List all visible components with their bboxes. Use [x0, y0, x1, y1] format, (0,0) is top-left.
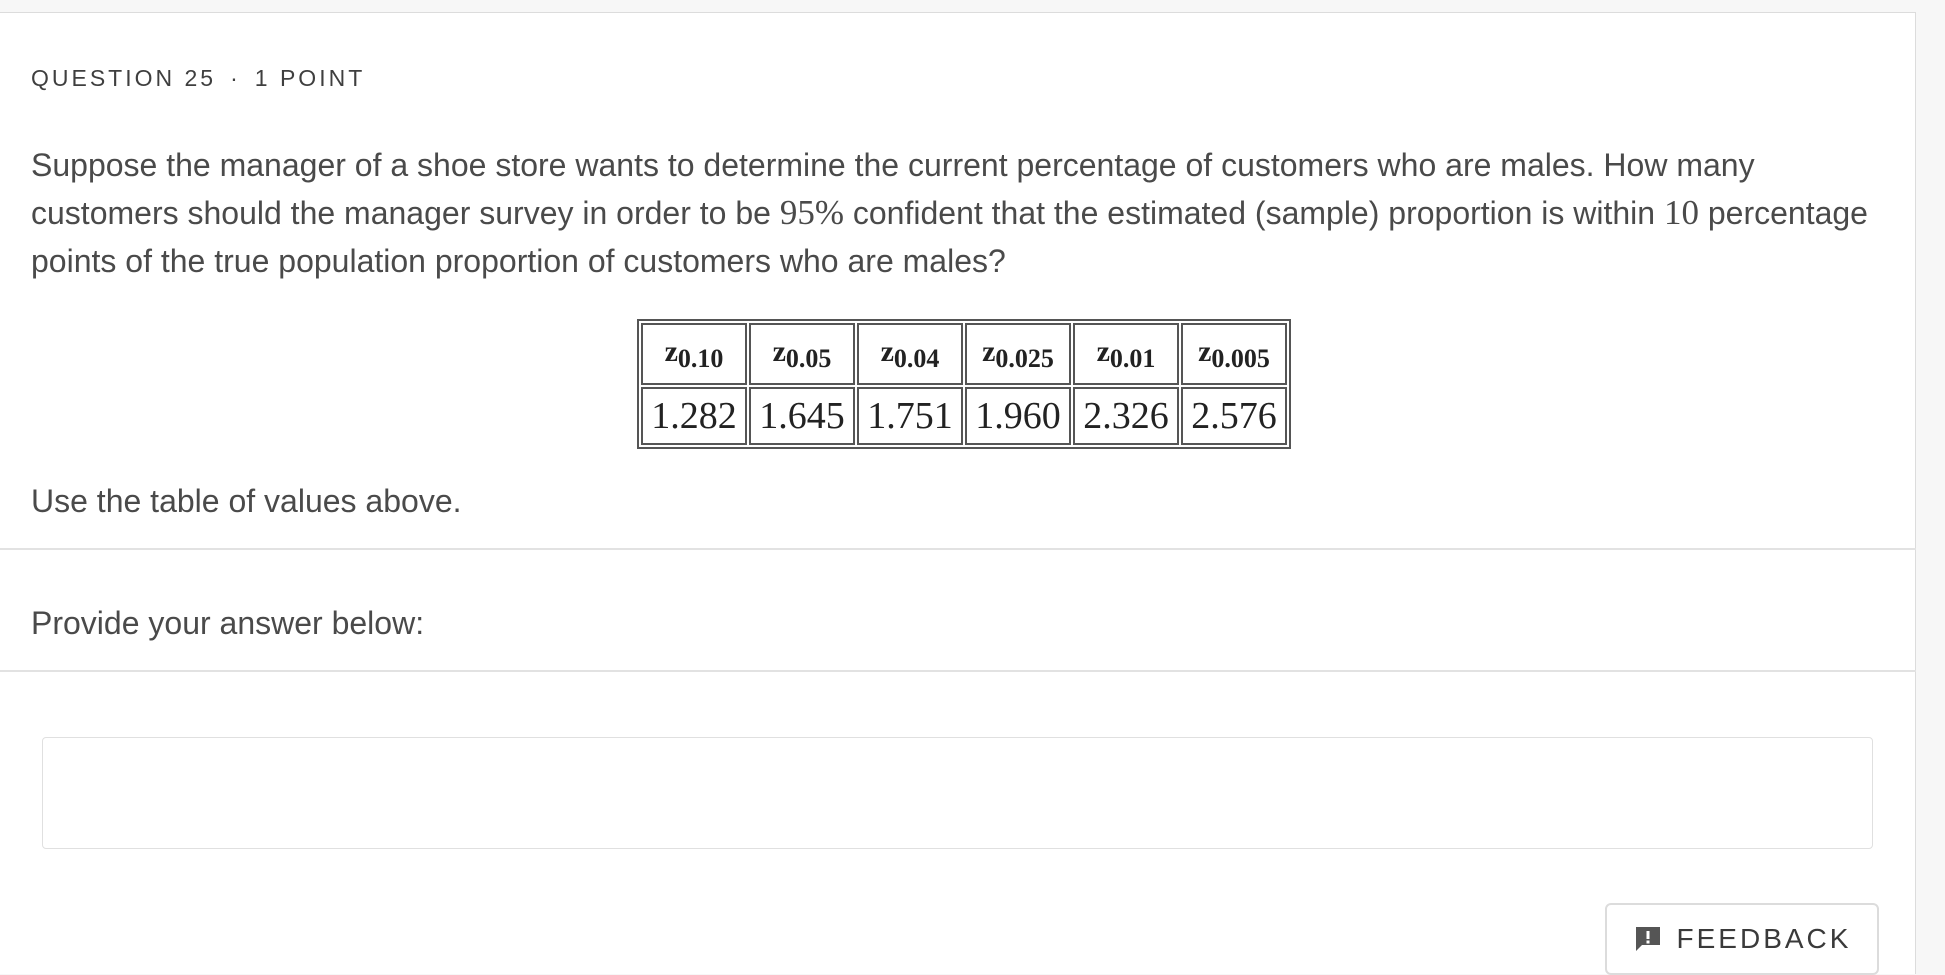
question-number: QUESTION 25 — [31, 65, 217, 91]
question-header: QUESTION 25 · 1 POINT — [31, 65, 365, 92]
z-value-cell: 2.326 — [1073, 387, 1179, 445]
z-header: z0.10 — [641, 323, 747, 385]
confidence-value: 95% — [779, 193, 844, 232]
section-divider — [0, 670, 1916, 672]
z-value-cell: 1.645 — [749, 387, 855, 445]
z-value-cell: 1.960 — [965, 387, 1071, 445]
z-header: z0.005 — [1181, 323, 1287, 385]
feedback-label: FEEDBACK — [1676, 923, 1852, 954]
z-table-value-row: 1.282 1.645 1.751 1.960 2.326 2.576 — [641, 387, 1287, 445]
table-note: Use the table of values above. — [31, 483, 462, 519]
feedback-icon — [1633, 924, 1663, 954]
z-header: z0.05 — [749, 323, 855, 385]
header-separator: · — [230, 65, 241, 91]
z-value-table: z0.10 z0.05 z0.04 z0.025 z0.01 z0.005 1.… — [637, 319, 1291, 449]
z-header: z0.025 — [965, 323, 1071, 385]
feedback-button[interactable]: FEEDBACK — [1605, 903, 1879, 975]
question-text-part2: confident that the estimated (sample) pr… — [843, 195, 1664, 231]
z-value-cell: 2.576 — [1181, 387, 1287, 445]
z-header: z0.01 — [1073, 323, 1179, 385]
question-text: Suppose the manager of a shoe store want… — [31, 141, 1871, 285]
z-value-cell: 1.282 — [641, 387, 747, 445]
answer-prompt: Provide your answer below: — [31, 605, 425, 641]
margin-value: 10 — [1663, 193, 1699, 232]
z-value-cell: 1.751 — [857, 387, 963, 445]
question-points: 1 POINT — [254, 65, 366, 91]
question-card: QUESTION 25 · 1 POINT Suppose the manager … — [0, 12, 1916, 975]
section-divider — [0, 548, 1916, 550]
z-table-header-row: z0.10 z0.05 z0.04 z0.025 z0.01 z0.005 — [641, 323, 1287, 385]
z-header: z0.04 — [857, 323, 963, 385]
answer-input[interactable] — [42, 737, 1873, 849]
